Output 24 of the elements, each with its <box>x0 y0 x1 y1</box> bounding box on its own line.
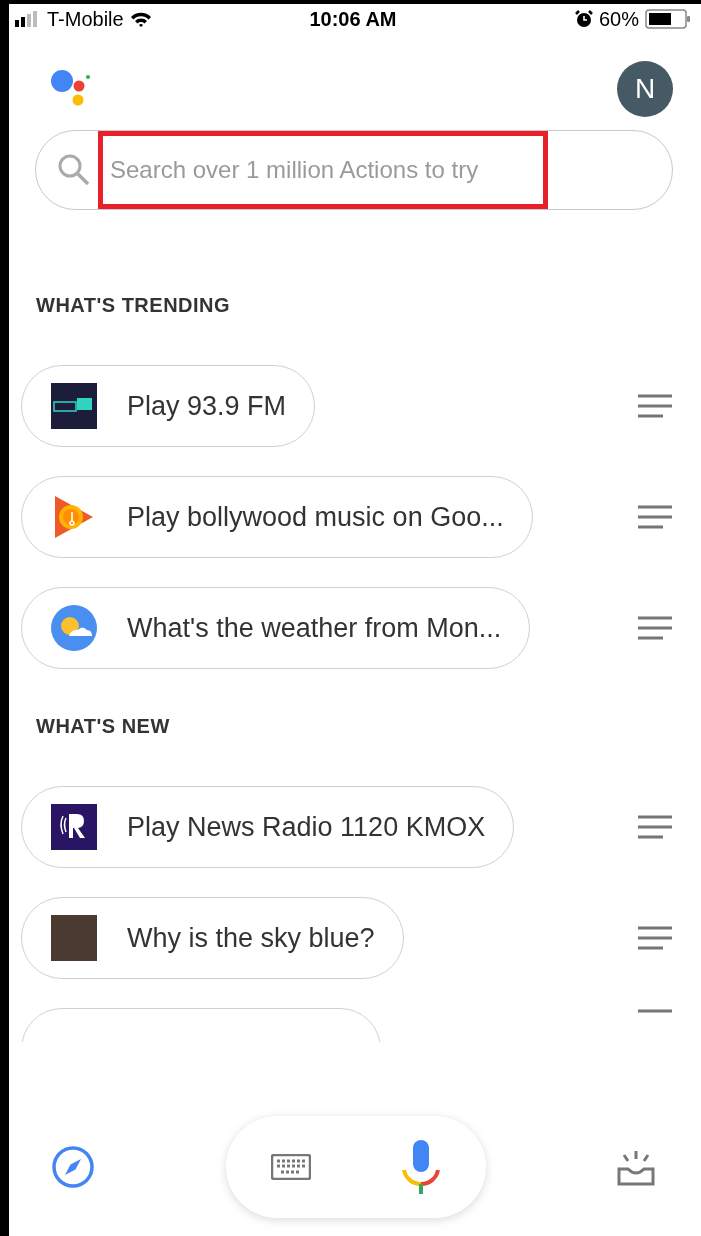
clock-time: 10:06 AM <box>309 7 397 31</box>
radio-logo-icon <box>51 383 97 429</box>
menu-icon[interactable] <box>637 616 673 640</box>
battery-icon <box>645 9 691 29</box>
microphone-icon[interactable] <box>400 1140 441 1194</box>
photo-placeholder <box>51 915 97 961</box>
radio-logo-icon <box>51 804 97 850</box>
menu-icon[interactable] <box>637 815 673 839</box>
menu-icon[interactable] <box>637 394 673 418</box>
search-icon <box>57 153 91 187</box>
section-heading: WHAT'S TRENDING <box>35 294 232 317</box>
alarm-icon <box>574 10 593 28</box>
compass-icon[interactable] <box>51 1145 95 1189</box>
weather-icon <box>51 605 97 651</box>
keyboard-icon[interactable] <box>270 1154 311 1180</box>
battery-percent: 60% <box>598 7 639 31</box>
menu-icon[interactable] <box>637 926 673 950</box>
carrier-name: T-Mobile <box>47 7 124 31</box>
wifi-icon <box>129 10 152 28</box>
search-field[interactable]: Search over 1 million Actions to try <box>35 130 673 210</box>
account-avatar[interactable]: N <box>617 61 673 117</box>
section-heading: WHAT'S NEW <box>35 715 171 738</box>
menu-icon[interactable] <box>637 505 673 529</box>
menu-icon[interactable] <box>637 1008 673 1014</box>
